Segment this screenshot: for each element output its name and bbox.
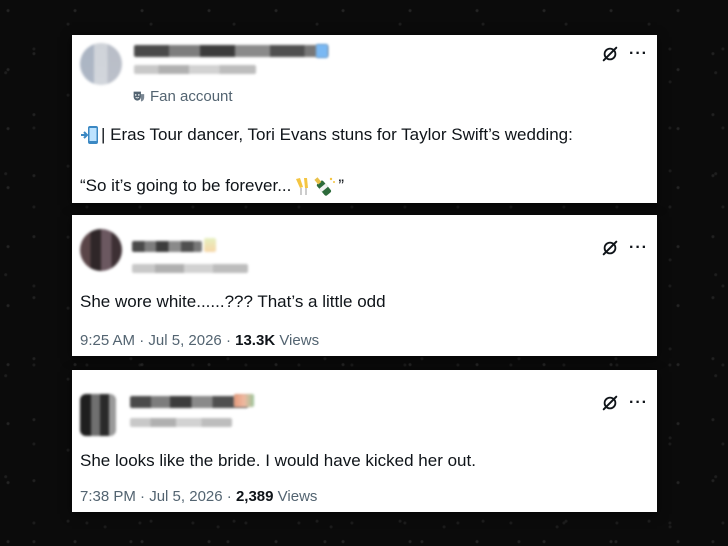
avatar[interactable] (80, 394, 116, 436)
tweet-meta: 9:25 AM · Jul 5, 2026 · 13.3K Views (80, 332, 319, 349)
meta-separator: · (226, 488, 232, 505)
fan-account-label: Fan account (132, 88, 233, 105)
name-emoji-blurred (234, 394, 254, 407)
views-label: Views (277, 488, 318, 505)
tweet-meta: 7:38 PM · Jul 5, 2026 · 2,389 Views (80, 488, 317, 505)
tweet-actions: ··· (601, 45, 648, 63)
tweet-date[interactable]: Jul 5, 2026 (149, 488, 222, 505)
tweet-date[interactable]: Jul 5, 2026 (148, 332, 221, 349)
more-icon[interactable]: ··· (629, 46, 648, 62)
views-label: Views (279, 332, 320, 349)
tweet-time[interactable]: 9:25 AM (80, 332, 135, 349)
champagne-icon (296, 177, 336, 196)
tweet-text-1c: ” (338, 176, 345, 195)
avatar[interactable] (80, 229, 122, 271)
tweet-text-line-2: “So it’s going to be forever... ” (80, 175, 647, 197)
views-count: 2,389 (235, 488, 274, 505)
handle-blurred[interactable] (134, 65, 256, 74)
verified-badge-blurred (316, 44, 328, 58)
name-emoji-blurred (204, 238, 216, 252)
display-name-blurred[interactable] (130, 396, 248, 408)
tweet-text-3: She looks like the bride. I would have k… (80, 451, 476, 470)
tweet-actions: ··· (601, 239, 648, 257)
tweet-actions: ··· (601, 394, 648, 412)
grok-icon[interactable] (601, 394, 619, 412)
meta-separator: · (225, 332, 231, 349)
handle-blurred[interactable] (132, 264, 248, 273)
tweet-card-2[interactable]: ··· She wore white......??? That’s a lit… (72, 215, 657, 356)
more-icon[interactable]: ··· (629, 240, 648, 256)
masks-icon (133, 91, 145, 102)
tweet-text-2: She wore white......??? That’s a little … (80, 292, 386, 311)
tweet-text-line-1: | Eras Tour dancer, Tori Evans stuns for… (80, 124, 647, 146)
fan-account-text: Fan account (150, 88, 233, 105)
meta-separator: · (140, 488, 146, 505)
grok-icon[interactable] (601, 239, 619, 257)
mobile-arrow-icon (81, 126, 98, 144)
more-icon[interactable]: ··· (629, 395, 648, 411)
tweet-time[interactable]: 7:38 PM (80, 488, 136, 505)
display-name-blurred[interactable] (132, 241, 202, 252)
tweet-card-3[interactable]: ··· She looks like the bride. I would ha… (72, 370, 657, 512)
meta-separator: · (139, 332, 145, 349)
views-count: 13.3K (235, 332, 276, 349)
tweet-text-1b: “So it’s going to be forever... (80, 176, 292, 195)
avatar[interactable] (80, 43, 122, 85)
grok-icon[interactable] (601, 45, 619, 63)
handle-blurred[interactable] (130, 418, 232, 427)
tweet-text-1a: | Eras Tour dancer, Tori Evans stuns for… (101, 125, 573, 144)
display-name-blurred[interactable] (134, 45, 328, 57)
tweet-card-1[interactable]: Fan account ··· | Eras Tour dancer, Tori… (72, 35, 657, 203)
